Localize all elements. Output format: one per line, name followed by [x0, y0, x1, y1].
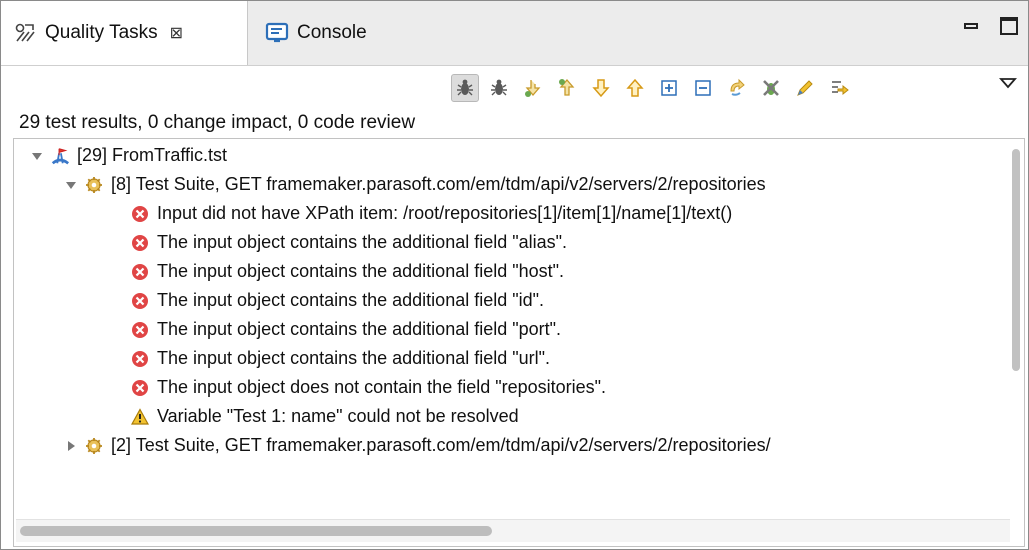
task-item-error[interactable]: The input object contains the additional…: [130, 228, 567, 257]
task-item-error[interactable]: The input object contains the additional…: [130, 286, 544, 315]
quality-tasks-icon: [13, 21, 37, 45]
tab-label: Console: [297, 22, 367, 43]
expand-up-icon[interactable]: [553, 74, 581, 102]
task-label: The input object contains the additional…: [157, 232, 568, 252]
task-label: The input object contains the additional…: [157, 261, 565, 281]
window-controls: [964, 17, 1018, 35]
console-icon: [265, 21, 289, 45]
test-file-icon: [50, 146, 70, 166]
collapse-arrow-icon[interactable]: [64, 440, 78, 452]
tab-bar: Quality Tasks ⊠ Console: [1, 1, 1028, 66]
task-label: The input object contains the additional…: [157, 348, 551, 368]
expand-arrow-icon[interactable]: [64, 179, 78, 191]
close-icon[interactable]: ⊠: [170, 23, 183, 43]
previous-icon[interactable]: [621, 74, 649, 102]
error-icon: [130, 233, 150, 253]
tree-label: [2] Test Suite, GET framemaker.parasoft.…: [111, 435, 771, 455]
task-label: Input did not have XPath item: /root/rep…: [157, 203, 733, 223]
vertical-scrollbar[interactable]: [1010, 143, 1022, 483]
tree-suite[interactable]: [8] Test Suite, GET framemaker.parasoft.…: [64, 170, 766, 199]
bug-filter-icon[interactable]: [451, 74, 479, 102]
task-label: The input object does not contain the fi…: [157, 377, 607, 397]
view-toolbar: [1, 66, 1028, 110]
task-label: Variable "Test 1: name" could not be res…: [157, 406, 519, 426]
remove-icon[interactable]: [757, 74, 785, 102]
results-summary: 29 test results, 0 change impact, 0 code…: [19, 112, 416, 133]
scrollbar-thumb[interactable]: [1012, 149, 1020, 371]
collapse-all-icon[interactable]: [689, 74, 717, 102]
error-icon: [130, 262, 150, 282]
bug-icon[interactable]: [485, 74, 513, 102]
import-icon[interactable]: [825, 74, 853, 102]
quality-tasks-view: Quality Tasks ⊠ Console 29 test results,…: [0, 0, 1029, 550]
edit-icon[interactable]: [791, 74, 819, 102]
results-tree[interactable]: [29] FromTraffic.tst [8] Test Suite, GET…: [13, 138, 1025, 547]
task-item-warning[interactable]: Variable "Test 1: name" could not be res…: [130, 402, 519, 431]
expand-arrow-icon[interactable]: [30, 150, 44, 162]
error-icon: [130, 320, 150, 340]
task-item-error[interactable]: The input object contains the additional…: [130, 315, 561, 344]
task-item-error[interactable]: Input did not have XPath item: /root/rep…: [130, 199, 732, 228]
tab-quality-tasks[interactable]: Quality Tasks ⊠: [1, 1, 248, 65]
test-suite-gear-icon: [84, 175, 104, 195]
warning-icon: [130, 407, 150, 427]
error-icon: [130, 378, 150, 398]
task-label: The input object contains the additional…: [157, 290, 545, 310]
refresh-icon[interactable]: [723, 74, 751, 102]
horizontal-scrollbar[interactable]: [16, 519, 1010, 542]
maximize-icon[interactable]: [1000, 17, 1018, 35]
tree-label: [29] FromTraffic.tst: [77, 145, 228, 165]
tree-label: [8] Test Suite, GET framemaker.parasoft.…: [111, 174, 766, 194]
expand-down-icon[interactable]: [519, 74, 547, 102]
minimize-icon[interactable]: [964, 23, 978, 29]
view-menu-icon[interactable]: [999, 76, 1017, 95]
error-icon: [130, 291, 150, 311]
test-suite-gear-icon: [84, 436, 104, 456]
tree-root[interactable]: [29] FromTraffic.tst: [30, 141, 227, 170]
task-item-error[interactable]: The input object does not contain the fi…: [130, 373, 606, 402]
expand-all-icon[interactable]: [655, 74, 683, 102]
tree-suite[interactable]: [2] Test Suite, GET framemaker.parasoft.…: [64, 431, 771, 460]
error-icon: [130, 204, 150, 224]
task-label: The input object contains the additional…: [157, 319, 562, 339]
tab-label: Quality Tasks: [45, 22, 158, 43]
scrollbar-thumb[interactable]: [20, 526, 492, 536]
error-icon: [130, 349, 150, 369]
tab-console[interactable]: Console: [253, 1, 413, 65]
task-item-error[interactable]: The input object contains the additional…: [130, 344, 550, 373]
next-icon[interactable]: [587, 74, 615, 102]
task-item-error[interactable]: The input object contains the additional…: [130, 257, 564, 286]
